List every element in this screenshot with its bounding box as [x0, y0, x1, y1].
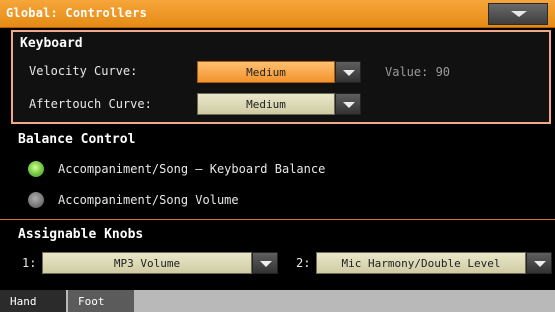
aftertouch-curve-arrow-button[interactable]	[335, 93, 361, 115]
knob1-arrow-button[interactable]	[252, 252, 278, 274]
window-title: Global: Controllers	[6, 6, 148, 20]
velocity-curve-arrow-button[interactable]	[335, 61, 361, 83]
aftertouch-curve-label: Aftertouch Curve:	[29, 97, 152, 111]
keyboard-section: Keyboard Velocity Curve: Medium Value: 9…	[11, 30, 551, 124]
knobs-title: Assignable Knobs	[18, 227, 144, 242]
chevron-down-icon	[343, 102, 355, 108]
page-menu-button[interactable]	[488, 3, 548, 25]
aftertouch-curve-value: Medium	[197, 93, 335, 115]
radio-selected-icon[interactable]	[28, 161, 44, 177]
chevron-down-icon	[534, 261, 546, 267]
knob2-dropdown[interactable]: Mic Harmony/Double Level	[316, 252, 552, 274]
velocity-curve-value: Medium	[197, 61, 335, 83]
knob2-arrow-button[interactable]	[526, 252, 552, 274]
balance-title: Balance Control	[18, 132, 136, 147]
knob2-index: 2:	[296, 256, 311, 270]
velocity-curve-dropdown[interactable]: Medium	[197, 61, 361, 83]
velocity-value-readout: Value: 90	[385, 65, 451, 79]
keyboard-title: Keyboard	[20, 36, 83, 51]
balance-option-label: Accompaniment/Song – Keyboard Balance	[58, 162, 326, 176]
knob2-value: Mic Harmony/Double Level	[316, 252, 526, 274]
knob1-index: 1:	[22, 256, 37, 270]
knob1-value: MP3 Volume	[42, 252, 252, 274]
velocity-curve-label: Velocity Curve:	[29, 64, 138, 78]
balance-option-label: Accompaniment/Song Volume	[58, 193, 239, 207]
section-divider	[0, 219, 555, 220]
radio-unselected-icon[interactable]	[28, 192, 44, 208]
tab-foot[interactable]: Foot	[68, 290, 134, 312]
tab-bar: Hand Foot	[0, 290, 555, 312]
tab-hand[interactable]: Hand	[0, 290, 66, 312]
chevron-down-icon	[260, 261, 272, 267]
chevron-down-icon	[511, 11, 527, 17]
title-bar: Global: Controllers	[0, 0, 555, 28]
knob1-dropdown[interactable]: MP3 Volume	[42, 252, 278, 274]
chevron-down-icon	[343, 70, 355, 76]
aftertouch-curve-dropdown[interactable]: Medium	[197, 93, 361, 115]
